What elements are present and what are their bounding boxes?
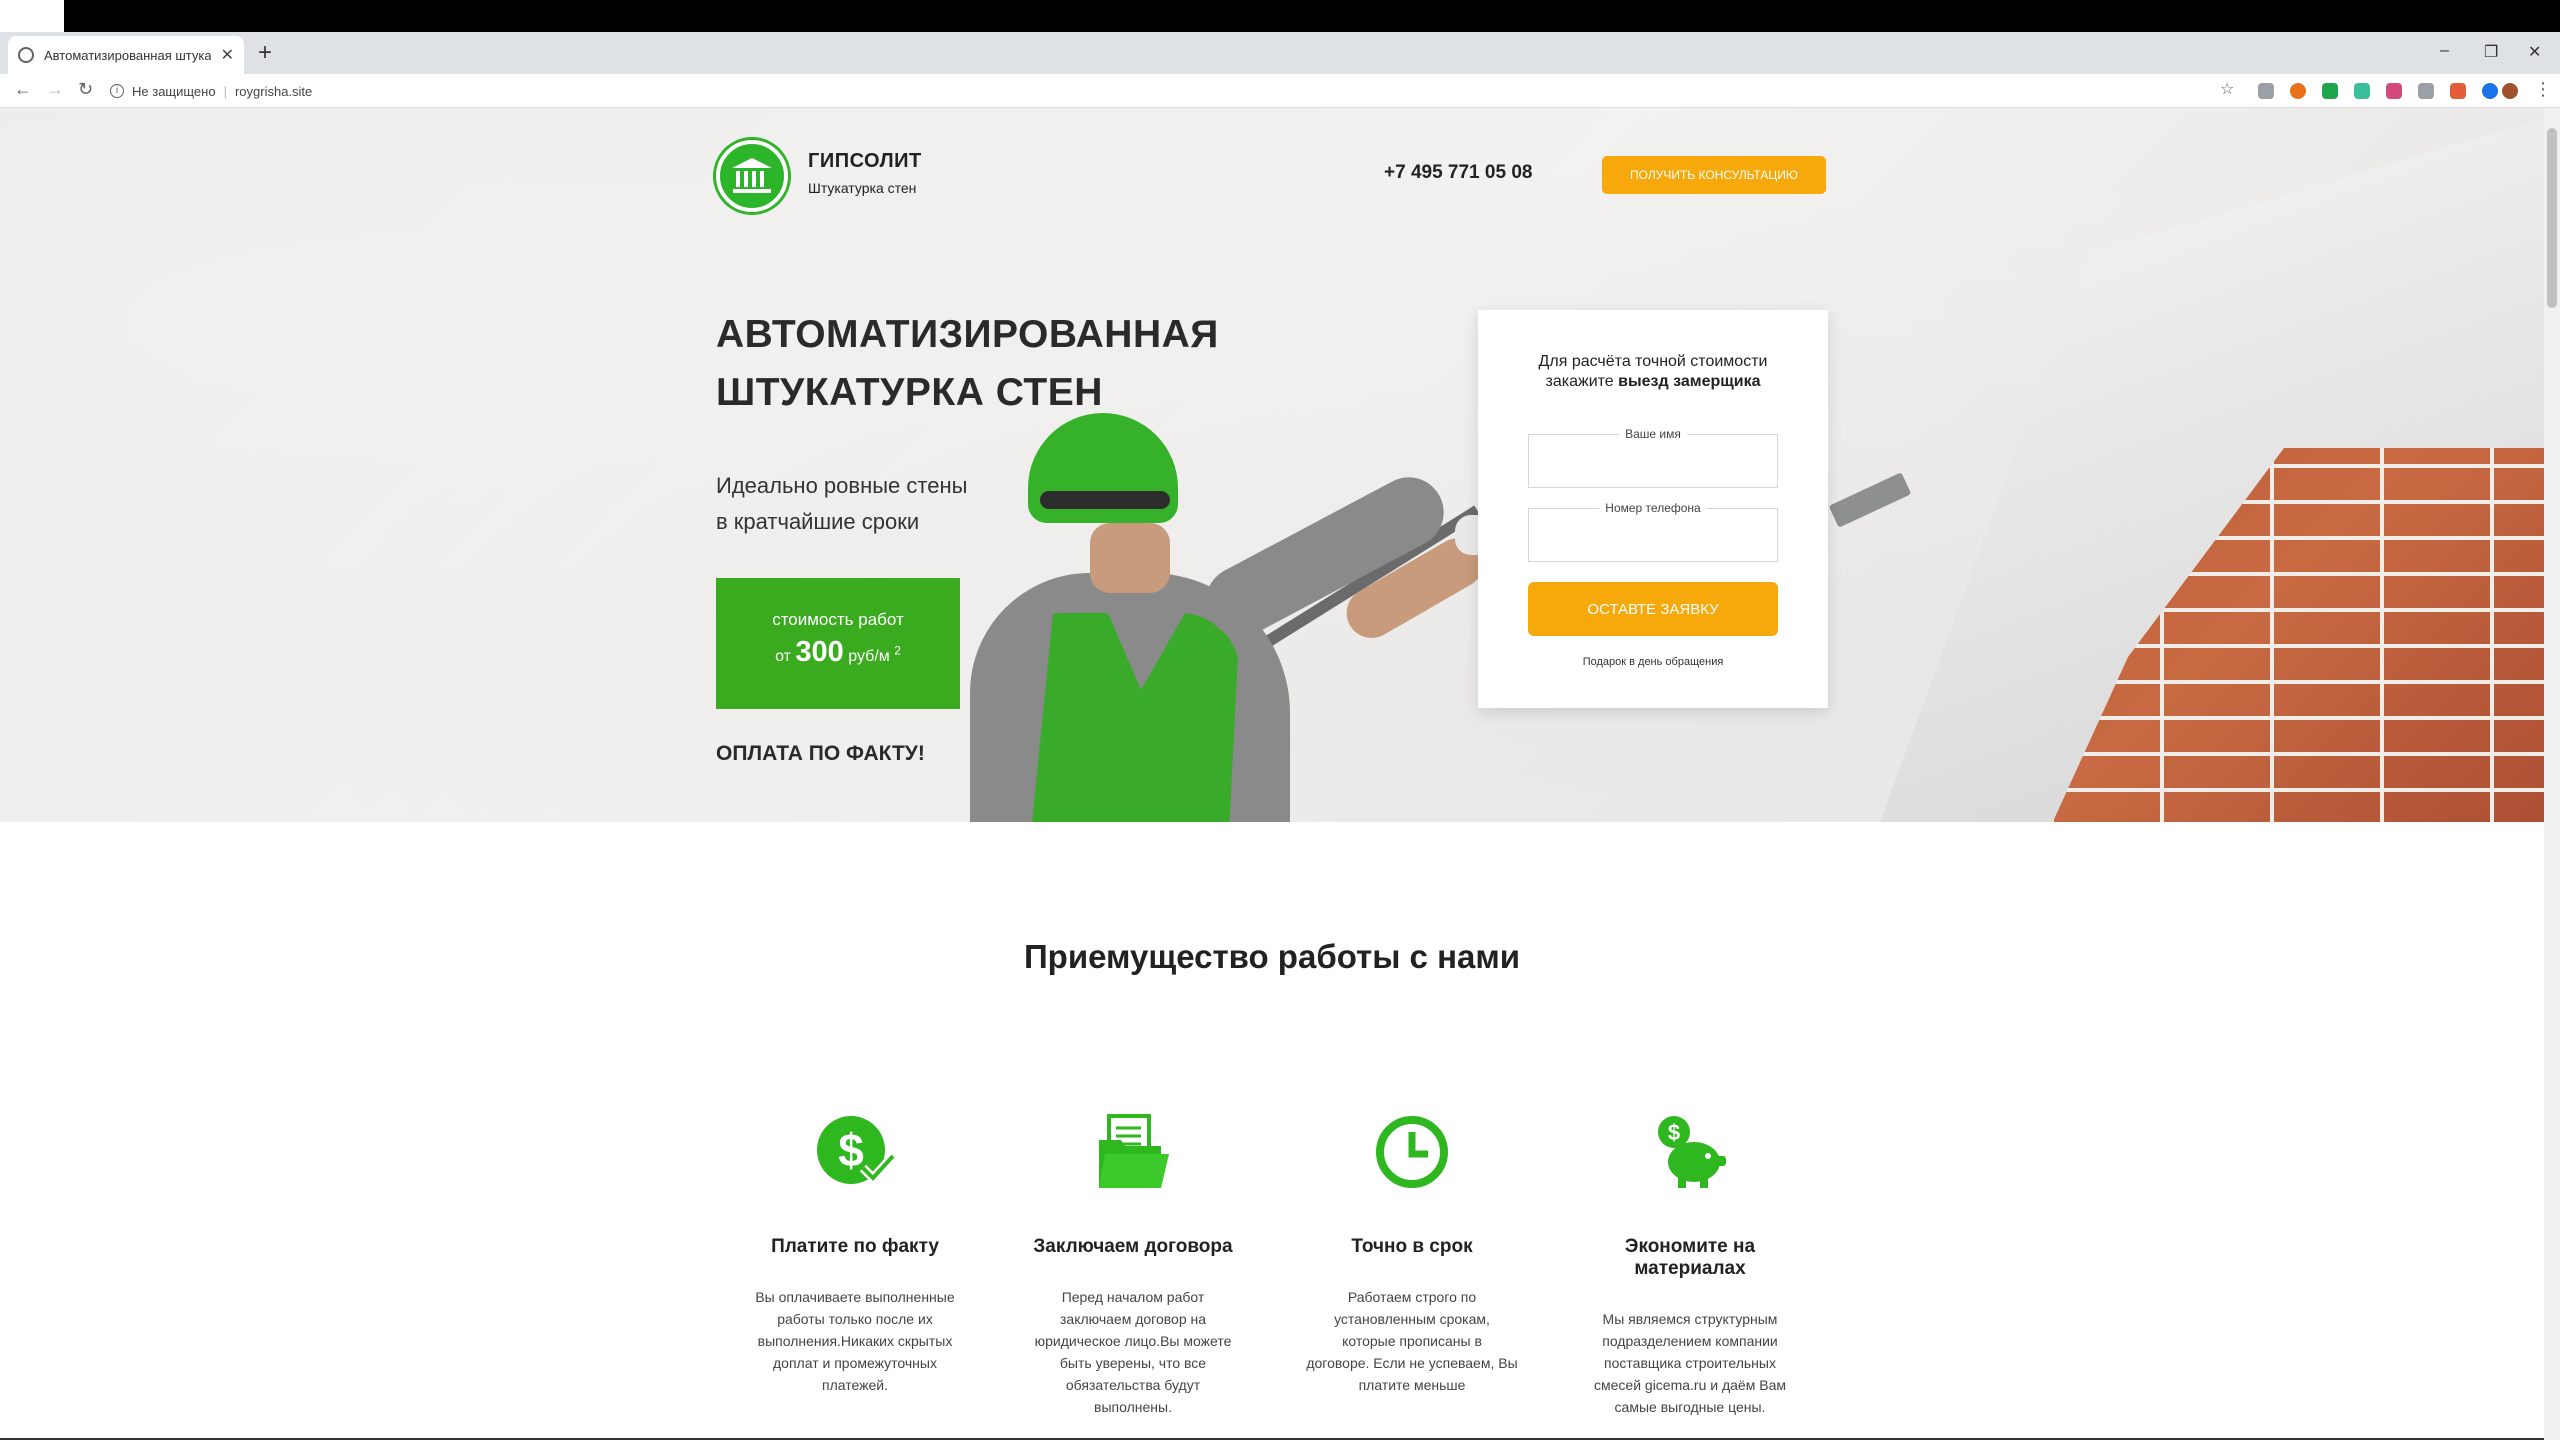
advantage-item: Точно в срок Работаем строго по установле… (1292, 1110, 1532, 1396)
phone-field-label: Номер телефона (1599, 501, 1707, 515)
svg-text:$: $ (838, 1124, 864, 1176)
hero-headline: АВТОМАТИЗИРОВАННАЯ ШТУКАТУРКА СТЕН (716, 306, 1219, 422)
extension-pink-icon[interactable] (2386, 83, 2402, 99)
name-field[interactable]: Ваше имя (1528, 427, 1778, 488)
form-title: Для расчёта точной стоимости закажите вы… (1478, 352, 1828, 392)
form-title-line-1: Для расчёта точной стоимости (1538, 353, 1768, 370)
extension-shield-icon[interactable] (2258, 83, 2274, 99)
trowel-image (1828, 472, 1912, 528)
close-window-button[interactable]: ✕ (2528, 42, 2541, 62)
price-value: 300 (795, 636, 844, 668)
restore-button[interactable]: ❐ (2484, 42, 2498, 62)
globe-icon (18, 47, 34, 63)
headline-line-2: ШТУКАТУРКА СТЕН (716, 371, 1103, 414)
subheadline-line-1: Идеально ровные стены (716, 473, 968, 498)
os-top-bar (0, 0, 2560, 32)
price-unit: руб/м (848, 648, 890, 665)
bookmark-star-icon[interactable]: ☆ (2220, 79, 2234, 99)
phone-number[interactable]: +7 495 771 05 08 (1384, 162, 1532, 184)
browser-toolbar: ← → ↻ i Не защищено | roygrisha.site ☆ ⋮ (0, 74, 2560, 108)
order-form: Для расчёта точной стоимости закажите вы… (1478, 310, 1828, 708)
clock-icon (1370, 1110, 1454, 1194)
logo-building-icon[interactable] (716, 140, 788, 212)
brand-subtitle: Штукатурка стен (808, 180, 917, 196)
tab-title: Автоматизированная штукатур... (44, 47, 211, 63)
advantages-title: Приемущество работы с нами (1023, 938, 1521, 975)
headline-line-1: АВТОМАТИЗИРОВАННАЯ (716, 313, 1219, 356)
extension-teal-icon[interactable] (2354, 83, 2370, 99)
extension-adguard-icon[interactable] (2322, 83, 2338, 99)
contract-folder-icon (1091, 1110, 1175, 1194)
forward-arrow-icon[interactable]: → (46, 79, 64, 100)
payment-note: ОПЛАТА ПО ФАКТУ! (716, 742, 925, 765)
phone-input[interactable] (1529, 509, 1777, 561)
hero-section (0, 108, 2560, 822)
advantage-name: Заключаем договора (1033, 1236, 1233, 1257)
price-label: стоимость работ (772, 610, 904, 629)
new-tab-button[interactable]: + (258, 40, 272, 66)
info-icon[interactable]: i (110, 84, 124, 98)
advantage-name: Точно в срок (1351, 1236, 1473, 1257)
submit-button[interactable]: ОСТАВТЕ ЗАЯВКУ (1528, 582, 1778, 636)
form-title-bold: выезд замерщика (1618, 373, 1761, 390)
advantage-name: Платите по факту (771, 1236, 939, 1257)
piggy-bank-icon: $ (1648, 1110, 1732, 1194)
name-input[interactable] (1529, 435, 1777, 487)
form-title-prefix: закажите (1545, 373, 1614, 390)
svg-text:$: $ (1668, 1120, 1680, 1145)
name-field-label: Ваше имя (1619, 427, 1687, 441)
hero-subheadline: Идеально ровные стены в кратчайшие сроки (716, 468, 967, 540)
advantage-name: Экономите на материалах (1624, 1236, 1756, 1279)
advantage-item: Заключаем договора Перед началом работ за… (1013, 1110, 1253, 1418)
advantage-description: Работаем строго по установленным срокам, к… (1306, 1289, 1518, 1393)
dollar-check-icon: $ (813, 1110, 897, 1194)
os-corner (0, 0, 64, 32)
reload-icon[interactable]: ↻ (78, 79, 93, 100)
scrollbar-thumb[interactable] (2547, 128, 2557, 308)
extension-puzzle-icon[interactable] (2418, 83, 2434, 99)
brand-name: ГИПСОЛИТ (808, 150, 922, 172)
gift-note: Подарок в день обращения (1582, 656, 1724, 668)
tab-close-icon[interactable]: ✕ (221, 45, 234, 65)
worker-image (940, 413, 1540, 822)
url-separator: | (223, 83, 227, 99)
menu-dots-icon[interactable]: ⋮ (2534, 79, 2552, 100)
security-label: Не защищено (132, 83, 216, 99)
price-from: от (775, 648, 791, 665)
advantage-description: Мы являемся структурным подразделением ко… (1594, 1311, 1786, 1415)
price-line: от 300 руб/м 2 (716, 636, 960, 669)
form-title-line-2: закажите выезд замерщика (1478, 372, 1828, 392)
consultation-button[interactable]: ПОЛУЧИТЬ КОНСУЛЬТАЦИЮ (1602, 156, 1826, 194)
subheadline-line-2: в кратчайшие сроки (716, 509, 920, 534)
advantage-description: Перед началом работ заключаем договор на ю… (1034, 1289, 1232, 1415)
price-unit-power: 2 (894, 643, 901, 658)
advantage-item: $ Платите по факту Вы оплачиваете выполн… (735, 1110, 975, 1396)
browser-tab[interactable]: Автоматизированная штукатур... ✕ (8, 36, 244, 74)
profile-avatar[interactable] (2502, 83, 2518, 99)
advantage-description: Вы оплачиваете выполненные работы только … (755, 1289, 955, 1393)
address-bar[interactable]: i Не защищено | roygrisha.site (110, 78, 2230, 104)
phone-field[interactable]: Номер телефона (1528, 501, 1778, 562)
price-badge: стоимость работ от 300 руб/м 2 (716, 578, 960, 709)
extension-orange-icon[interactable] (2290, 83, 2306, 99)
extension-red-icon[interactable] (2450, 83, 2466, 99)
url-text: roygrisha.site (234, 83, 313, 99)
minimize-button[interactable]: – (2440, 42, 2449, 60)
tab-strip: Автоматизированная штукатур... ✕ + – ❐ ✕ (0, 32, 2560, 74)
back-arrow-icon[interactable]: ← (14, 79, 32, 100)
advantage-item: $ Экономите на материалах Мы являемся ст… (1570, 1110, 1810, 1418)
